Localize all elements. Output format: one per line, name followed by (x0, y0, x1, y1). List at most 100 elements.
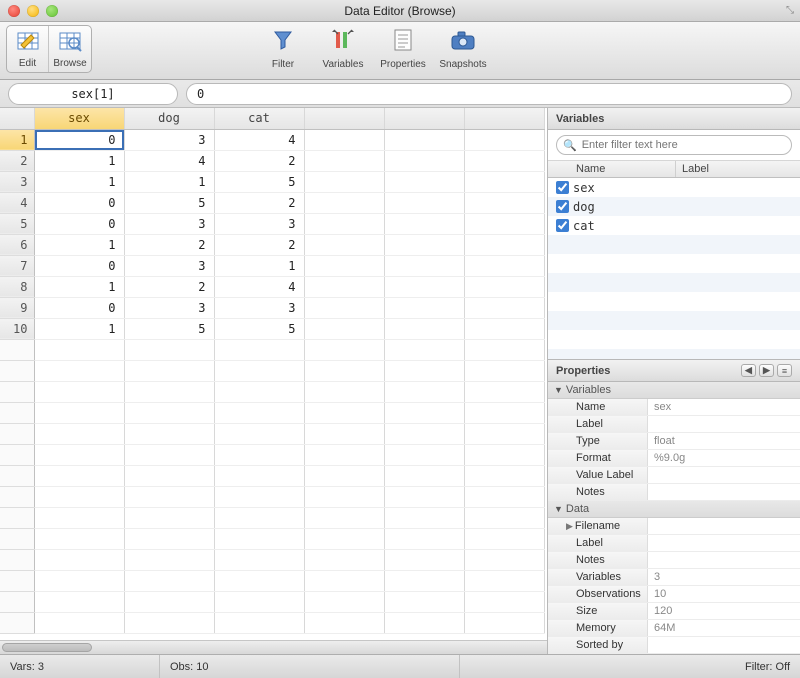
col-header[interactable]: cat (214, 108, 304, 129)
data-cell-empty[interactable] (214, 465, 304, 486)
data-cell-empty[interactable] (384, 381, 464, 402)
row-number-empty[interactable] (0, 549, 34, 570)
data-cell-empty[interactable] (124, 402, 214, 423)
data-cell-empty[interactable] (214, 402, 304, 423)
properties-row[interactable]: Notes (548, 552, 800, 569)
data-cell[interactable]: 5 (124, 192, 214, 213)
data-cell[interactable]: 4 (214, 129, 304, 150)
data-cell-empty[interactable] (124, 465, 214, 486)
data-cell-empty[interactable] (214, 339, 304, 360)
properties-row[interactable]: Typefloat (548, 433, 800, 450)
properties-row[interactable]: Notes (548, 484, 800, 501)
data-cell-empty[interactable] (214, 507, 304, 528)
col-header[interactable]: sex (34, 108, 124, 129)
data-cell-empty[interactable] (304, 213, 384, 234)
properties-row[interactable]: Size120 (548, 603, 800, 620)
data-cell-empty[interactable] (464, 507, 544, 528)
data-cell-empty[interactable] (124, 339, 214, 360)
data-cell[interactable]: 5 (214, 171, 304, 192)
row-number-empty[interactable] (0, 339, 34, 360)
variable-row[interactable]: dog (548, 197, 800, 216)
data-cell-empty[interactable] (464, 465, 544, 486)
row-number[interactable]: 2 (0, 150, 34, 171)
data-cell-empty[interactable] (34, 444, 124, 465)
data-cell[interactable]: 4 (214, 276, 304, 297)
data-cell-empty[interactable] (384, 591, 464, 612)
variable-row[interactable]: cat (548, 216, 800, 235)
data-cell-empty[interactable] (384, 297, 464, 318)
data-cell-empty[interactable] (384, 255, 464, 276)
data-cell-empty[interactable] (34, 360, 124, 381)
data-cell-empty[interactable] (464, 570, 544, 591)
properties-row[interactable]: Label (548, 416, 800, 433)
properties-section-header[interactable]: ▼Data (548, 501, 800, 518)
data-cell-empty[interactable] (384, 507, 464, 528)
data-cell-empty[interactable] (464, 192, 544, 213)
row-number-empty[interactable] (0, 381, 34, 402)
data-cell[interactable]: 1 (124, 171, 214, 192)
data-cell-empty[interactable] (384, 129, 464, 150)
data-cell-empty[interactable] (304, 276, 384, 297)
data-cell[interactable]: 1 (34, 234, 124, 255)
data-cell[interactable]: 3 (214, 213, 304, 234)
cell-address-input[interactable]: sex[1] (8, 83, 178, 105)
data-cell-empty[interactable] (384, 549, 464, 570)
data-grid[interactable]: sexdogcat1034214231154052503361227031812… (0, 108, 547, 640)
data-cell[interactable]: 3 (124, 129, 214, 150)
data-cell-empty[interactable] (34, 591, 124, 612)
data-cell-empty[interactable] (124, 570, 214, 591)
data-cell-empty[interactable] (304, 591, 384, 612)
data-cell-empty[interactable] (214, 612, 304, 633)
data-cell-empty[interactable] (304, 360, 384, 381)
row-number[interactable]: 8 (0, 276, 34, 297)
data-cell-empty[interactable] (34, 465, 124, 486)
row-number-empty[interactable] (0, 612, 34, 633)
browse-button[interactable]: Browse (49, 26, 91, 72)
data-cell-empty[interactable] (384, 276, 464, 297)
data-cell-empty[interactable] (304, 381, 384, 402)
col-header-empty[interactable] (464, 108, 544, 129)
data-cell-empty[interactable] (464, 339, 544, 360)
data-cell[interactable]: 1 (34, 318, 124, 339)
data-cell-empty[interactable] (464, 255, 544, 276)
data-cell-empty[interactable] (214, 423, 304, 444)
properties-row[interactable]: Variables3 (548, 569, 800, 586)
data-cell-empty[interactable] (464, 318, 544, 339)
data-cell-empty[interactable] (304, 423, 384, 444)
data-cell-empty[interactable] (464, 129, 544, 150)
data-cell[interactable]: 2 (124, 234, 214, 255)
data-cell-empty[interactable] (214, 570, 304, 591)
data-cell-empty[interactable] (384, 192, 464, 213)
data-cell-empty[interactable] (464, 276, 544, 297)
data-cell-empty[interactable] (384, 318, 464, 339)
variable-row[interactable]: sex (548, 178, 800, 197)
data-cell-empty[interactable] (304, 528, 384, 549)
data-cell-empty[interactable] (124, 486, 214, 507)
col-header[interactable]: dog (124, 108, 214, 129)
properties-row[interactable]: ▶Filename (548, 518, 800, 535)
data-cell-empty[interactable] (464, 381, 544, 402)
data-cell[interactable]: 1 (34, 171, 124, 192)
data-cell-empty[interactable] (464, 402, 544, 423)
data-cell-empty[interactable] (124, 612, 214, 633)
data-cell-empty[interactable] (464, 591, 544, 612)
row-number[interactable]: 7 (0, 255, 34, 276)
cell-value-input[interactable]: 0 (186, 83, 792, 105)
data-cell-empty[interactable] (214, 486, 304, 507)
data-cell-empty[interactable] (304, 339, 384, 360)
data-cell[interactable]: 0 (34, 255, 124, 276)
data-cell[interactable]: 3 (214, 297, 304, 318)
variable-checkbox[interactable] (556, 181, 569, 194)
variable-checkbox[interactable] (556, 219, 569, 232)
data-cell-empty[interactable] (304, 255, 384, 276)
data-cell-empty[interactable] (304, 234, 384, 255)
data-cell-empty[interactable] (464, 234, 544, 255)
row-number-empty[interactable] (0, 570, 34, 591)
properties-menu-button[interactable]: ≡ (777, 364, 792, 377)
data-cell-empty[interactable] (34, 549, 124, 570)
data-cell-empty[interactable] (384, 528, 464, 549)
scrollbar-thumb[interactable] (2, 643, 92, 652)
data-cell-empty[interactable] (464, 171, 544, 192)
data-cell[interactable]: 5 (214, 318, 304, 339)
row-number[interactable]: 1 (0, 129, 34, 150)
